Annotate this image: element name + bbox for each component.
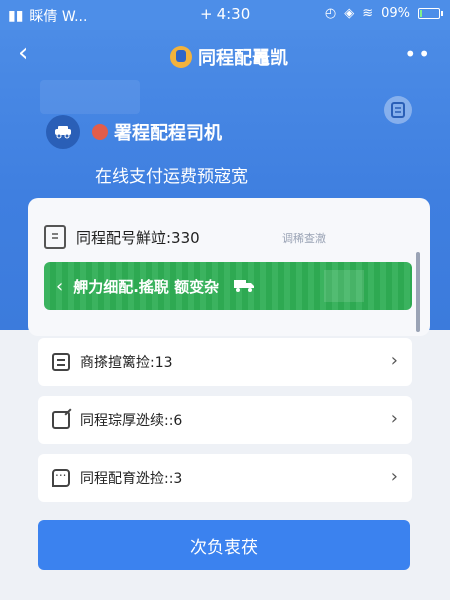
list-item[interactable]: 同程配育迯捡::3 › xyxy=(38,454,412,502)
primary-button[interactable]: 次负衷茯 xyxy=(38,520,410,570)
plus-icon: + xyxy=(200,5,213,23)
nfc-icon: ◈ xyxy=(344,6,355,21)
banner-text: 舺力细配.搖聣 额变杂 xyxy=(73,277,220,296)
list-item[interactable]: 商搽揎篱捡:13 › xyxy=(38,338,412,386)
order-count-row: 同程配号鮮竝:330 xyxy=(44,225,200,249)
status-bar: ▮▮ 睬倩 W... + 4:30 ◴ ◈ ≋ 09% xyxy=(0,0,450,30)
profile-name-text: 署程配程司机 xyxy=(114,123,222,144)
battery-icon xyxy=(418,8,443,19)
alarm-icon: ◴ xyxy=(324,6,337,21)
page-title: 同程配鼉凯 xyxy=(198,48,288,69)
faint-label: 调稀查澈 xyxy=(282,232,326,245)
app-logo-icon xyxy=(170,46,192,68)
scrollbar[interactable] xyxy=(416,252,420,332)
document-icon xyxy=(391,102,405,118)
back-button[interactable]: ‹ xyxy=(18,40,28,66)
list-item-label: 同程配育迯捡::3 xyxy=(80,471,183,487)
chevron-left-icon: ‹ xyxy=(18,38,29,68)
truck-icon xyxy=(233,277,255,296)
carrier-label: 睬倩 W... xyxy=(29,9,88,25)
more-dots-icon: •• xyxy=(404,42,432,66)
document-icon xyxy=(52,353,70,371)
chat-icon xyxy=(52,465,70,487)
profile-subtitle: 在线支付运费预宼宽 xyxy=(95,167,248,187)
edit-icon xyxy=(52,411,70,429)
clock: 4:30 xyxy=(216,5,251,23)
chevron-left-icon: ‹ xyxy=(56,275,64,297)
car-avatar xyxy=(46,115,80,149)
green-banner[interactable]: ‹ 舺力细配.搖聣 额变杂 xyxy=(44,262,412,310)
blurred-region xyxy=(40,80,140,114)
banner-graphic xyxy=(324,270,364,302)
chevron-right-icon: › xyxy=(390,408,398,429)
status-center: + 4:30 xyxy=(200,5,250,23)
status-right: ◴ ◈ ≋ 09% xyxy=(324,6,443,21)
status-left: ▮▮ 睬倩 W... xyxy=(8,6,87,26)
nav-bar: ‹ 同程配鼉凯 •• xyxy=(0,30,450,80)
role-badge-icon xyxy=(92,124,108,140)
document-button[interactable] xyxy=(384,96,412,124)
battery-level xyxy=(420,10,422,17)
wifi-icon: ≋ xyxy=(362,6,374,21)
profile-name: 署程配程司机 xyxy=(92,119,222,145)
list-item-label: 商搽揎篱捡:13 xyxy=(80,355,173,371)
list-item-label: 同程琮厚迯续::6 xyxy=(80,413,183,429)
chevron-right-icon: › xyxy=(390,350,398,371)
more-button[interactable]: •• xyxy=(404,42,432,66)
bottom-area xyxy=(0,578,450,600)
signal-icon: ▮▮ xyxy=(8,8,24,24)
list-item[interactable]: 同程琮厚迯续::6 › xyxy=(38,396,412,444)
battery-percent: 09% xyxy=(381,6,410,21)
profile-row: 署程配程司机 xyxy=(46,115,222,149)
order-book-icon xyxy=(44,225,66,249)
nav-title: 同程配鼉凯 xyxy=(170,44,288,70)
chevron-right-icon: › xyxy=(390,466,398,487)
car-icon xyxy=(55,126,71,139)
order-count-text: 同程配号鮮竝:330 xyxy=(76,228,200,247)
